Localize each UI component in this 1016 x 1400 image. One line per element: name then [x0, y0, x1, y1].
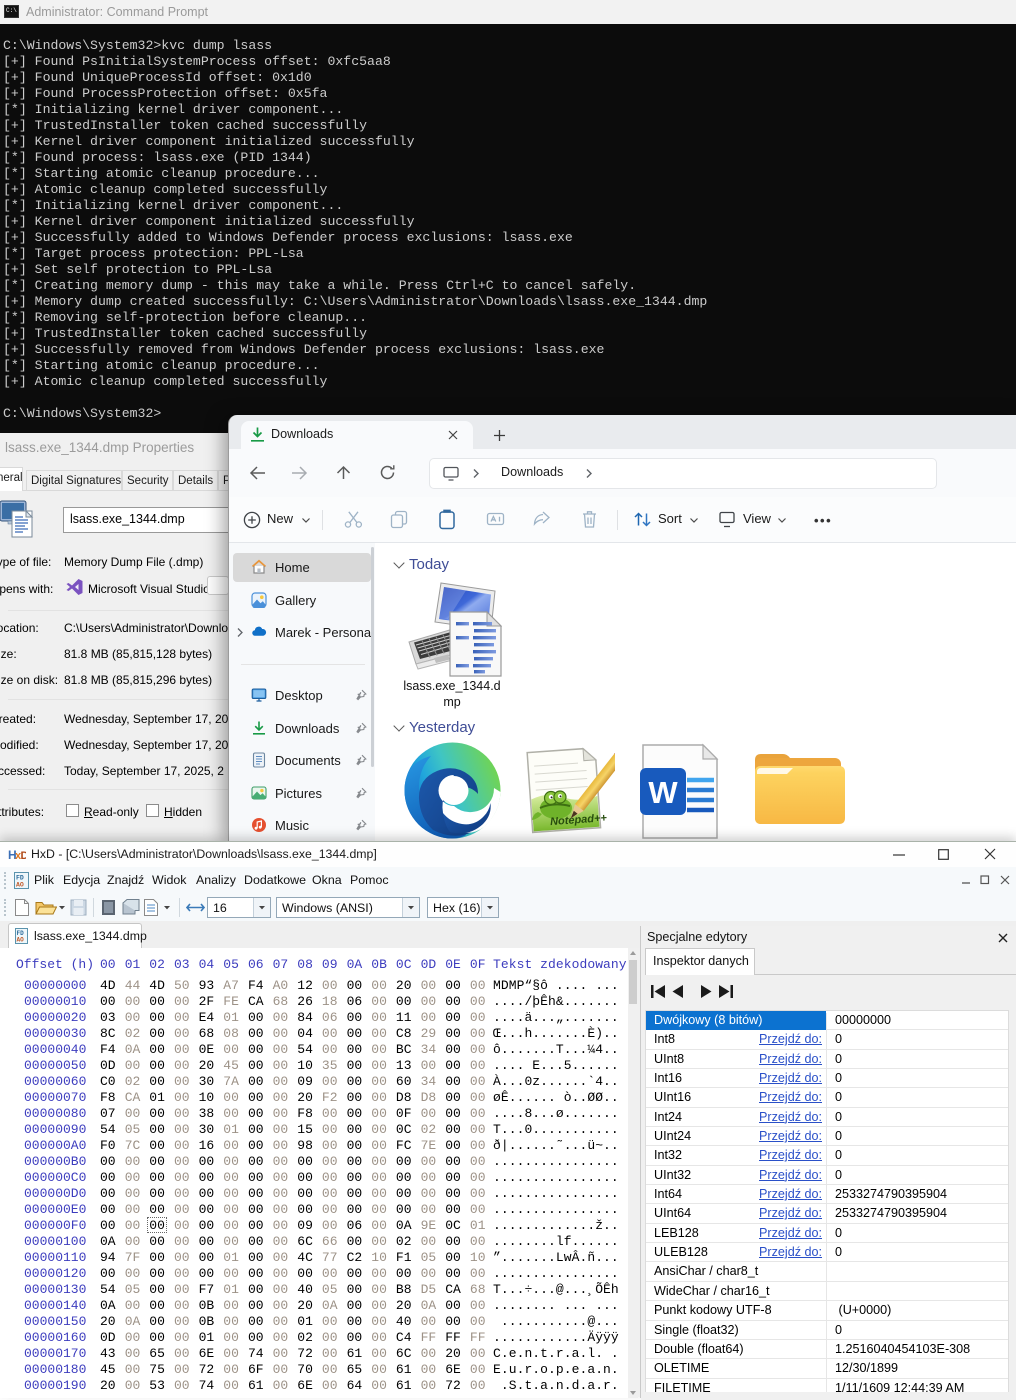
- svg-text:AO: AO: [16, 882, 24, 889]
- svg-text:W: W: [648, 775, 678, 810]
- svg-text:AO: AO: [17, 937, 25, 944]
- svg-text:FD: FD: [16, 875, 24, 882]
- svg-text:D: D: [21, 850, 27, 862]
